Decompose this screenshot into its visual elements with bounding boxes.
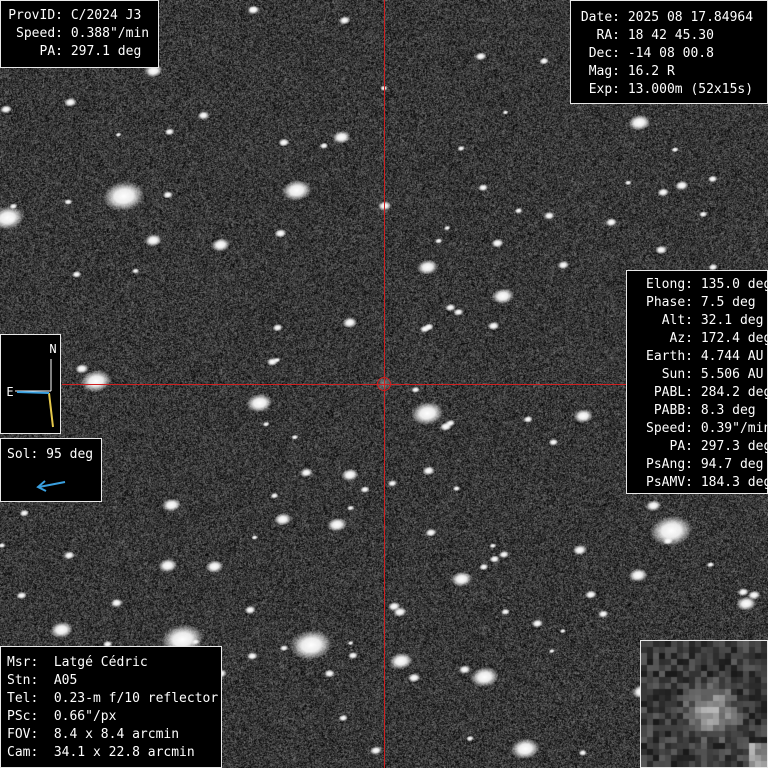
observer-value: 0.23-m f/10 reflector <box>53 691 219 706</box>
observer-row: Cam: 34.1 x 22.8 arcmin <box>7 744 221 762</box>
pa-label: PA: <box>39 44 63 59</box>
geometry-label: Sun: <box>661 367 693 382</box>
geometry-value: 297.3 deg <box>700 439 768 454</box>
date-label: Date: <box>580 10 620 25</box>
geometry-value: 284.2 deg <box>700 385 768 400</box>
observer-row: Stn: A05 <box>7 672 221 690</box>
geometry-row: PABB: 8.3 deg <box>632 402 767 420</box>
date-value: 2025 08 17.84964 <box>627 10 754 25</box>
crosshair-horizontal <box>62 384 626 385</box>
observer-label: Stn: <box>7 673 39 688</box>
speed-value: 0.388"/min <box>70 26 150 41</box>
geometry-value: 135.0 deg <box>700 277 768 292</box>
observer-value: 0.66"/px <box>53 709 117 724</box>
observer-label: Msr: <box>7 655 39 670</box>
compass-motion-vector <box>48 392 54 428</box>
object-info-panel: ProvID: C/2024 J3 Speed: 0.388"/min PA: 29… <box>0 0 159 68</box>
sol-label: Sol: <box>7 447 39 462</box>
geometry-row: Sun: 5.506 AU <box>632 366 767 384</box>
geometry-label: PsAng: <box>646 457 693 472</box>
geometry-label: Alt: <box>661 313 693 328</box>
observer-row: FOV: 8.4 x 8.4 arcmin <box>7 726 221 744</box>
geometry-row: Phase: 7.5 deg <box>632 294 767 312</box>
geometry-row: PA: 297.3 deg <box>632 438 768 456</box>
compass-east-label: E <box>6 385 13 399</box>
dec-label: Dec: <box>588 46 620 61</box>
geometry-label: Elong: <box>646 277 693 292</box>
geometry-value: 94.7 deg <box>700 457 764 472</box>
exp-value: 13.000m (52x15s) <box>627 82 754 97</box>
observer-value: A05 <box>53 673 78 688</box>
observer-info-panel: Msr: Latgé Cédric Stn: A05 Tel: 0.23-m f/1… <box>0 646 222 768</box>
geometry-label: PABB: <box>653 403 693 418</box>
geometry-info-panel: Elong: 135.0 deg Phase: 7.5 deg Alt: 32.1 … <box>626 270 768 494</box>
geometry-row: PsAng: 94.7 deg <box>632 456 767 474</box>
geometry-row: Alt: 32.1 deg <box>632 312 767 330</box>
geometry-row: PsAMV: 184.3 deg <box>632 474 768 492</box>
observer-row: Tel: 0.23-m f/10 reflector <box>7 690 221 708</box>
observer-label: FOV: <box>7 727 39 742</box>
geometry-label: PA: <box>669 439 693 454</box>
exp-label: Exp: <box>588 82 620 97</box>
geometry-value: 7.5 deg <box>700 295 756 310</box>
compass-rose-icon: N E <box>6 342 57 428</box>
geometry-label: Phase: <box>646 295 693 310</box>
geometry-label: PABL: <box>653 385 693 400</box>
observer-label: Tel: <box>7 691 39 706</box>
speed-label: Speed: <box>16 26 63 41</box>
sun-arrow-icon <box>36 480 66 492</box>
mag-label: Mag: <box>588 64 620 79</box>
compass-panel: N E <box>0 334 61 434</box>
geometry-label: Earth: <box>646 349 693 364</box>
geometry-row: Speed: 0.39"/min <box>632 420 768 438</box>
mag-value: 16.2 R <box>627 64 675 79</box>
geometry-value: 8.3 deg <box>700 403 756 418</box>
provid-value: C/2024 J3 <box>70 8 142 23</box>
ra-value: 18 42 45.30 <box>627 28 714 43</box>
compass-north-label: N <box>49 342 56 356</box>
crosshair-target-circle <box>377 377 391 391</box>
provid-label: ProvID: <box>8 8 63 23</box>
geometry-label: PsAMV: <box>646 475 693 490</box>
geometry-row: Az: 172.4 deg <box>632 330 768 348</box>
observer-label: Cam: <box>7 745 39 760</box>
geometry-value: 32.1 deg <box>700 313 764 328</box>
geometry-row: Elong: 135.0 deg <box>632 276 768 294</box>
observer-value: Latgé Cédric <box>53 655 148 670</box>
geometry-value: 4.744 AU <box>700 349 764 364</box>
geometry-value: 0.39"/min <box>700 421 768 436</box>
observer-value: 8.4 x 8.4 arcmin <box>53 727 180 742</box>
compass-sun-vector <box>16 391 50 394</box>
geometry-row: PABL: 284.2 deg <box>632 384 768 402</box>
sol-value: 95 deg <box>46 447 94 462</box>
geometry-value: 5.506 AU <box>700 367 764 382</box>
geometry-label: Az: <box>669 331 693 346</box>
sun-direction-panel: Sol: 95 deg <box>0 438 102 502</box>
observation-info-panel: Date: 2025 08 17.84964 RA: 18 42 45.30 Dec… <box>570 0 768 104</box>
geometry-row: Earth: 4.744 AU <box>632 348 767 366</box>
observer-row: Msr: Latgé Cédric <box>7 654 221 672</box>
geometry-value: 172.4 deg <box>700 331 768 346</box>
geometry-label: Speed: <box>646 421 693 436</box>
comet-thumbnail <box>640 640 768 768</box>
pa-value: 297.1 deg <box>70 44 142 59</box>
observer-label: PSc: <box>7 709 39 724</box>
observer-row: PSc: 0.66"/px <box>7 708 221 726</box>
observer-value: 34.1 x 22.8 arcmin <box>53 745 195 760</box>
dec-value: -14 08 00.8 <box>627 46 714 61</box>
geometry-value: 184.3 deg <box>700 475 768 490</box>
ra-label: RA: <box>596 28 620 43</box>
